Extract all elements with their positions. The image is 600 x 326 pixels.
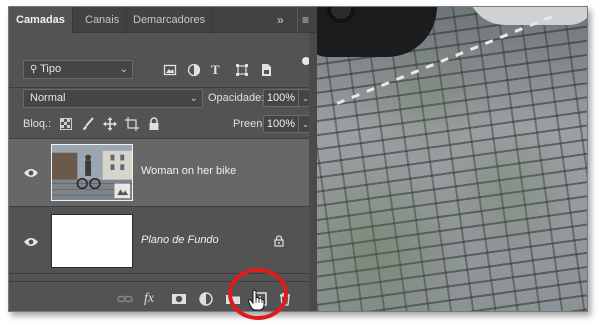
layer-row-woman-on-her-bike[interactable]: Woman on her bike <box>9 139 309 206</box>
fill-input[interactable]: 100% <box>263 115 299 133</box>
filter-kind-select[interactable]: ⚲ Tipo ⌄ <box>23 60 133 79</box>
lock-artboard-icon[interactable] <box>125 117 139 131</box>
adjustment-icon[interactable] <box>198 291 214 307</box>
layer-thumbnail-background <box>51 214 133 268</box>
hand-cursor-icon <box>247 289 265 311</box>
mask-icon[interactable] <box>171 291 187 307</box>
lock-all-icon[interactable] <box>147 117 161 131</box>
tab-canais[interactable]: Canais <box>78 7 128 33</box>
visibility-eye-icon[interactable] <box>23 236 39 248</box>
lock-icon <box>273 235 285 247</box>
visibility-eye-icon[interactable] <box>23 167 39 179</box>
tab-demarcadores[interactable]: Demarcadores <box>126 7 214 33</box>
opacity-label: Opacidade: <box>208 92 265 104</box>
link-icon[interactable] <box>117 291 133 307</box>
search-icon: ⚲ <box>30 64 41 75</box>
panel-tabbar: Camadas Canais Demarcadores » ≡ <box>9 7 317 33</box>
blend-mode-select[interactable]: Normal ⌄ <box>23 89 203 108</box>
shape-filter-icon[interactable] <box>235 63 249 77</box>
lock-paint-icon[interactable] <box>81 117 95 131</box>
layer-row-plano-de-fundo[interactable]: Plano de Fundo <box>9 207 309 273</box>
adjustment-filter-icon[interactable] <box>187 63 201 77</box>
chevron-down-icon: ⌄ <box>119 64 128 75</box>
fx-icon[interactable]: fx <box>144 291 160 307</box>
chevron-down-icon: ⌄ <box>189 93 198 104</box>
canvas-photo <box>317 7 587 311</box>
tab-camadas[interactable]: Camadas <box>9 7 73 33</box>
opacity-input[interactable]: 100% <box>263 89 299 107</box>
pixel-filter-icon[interactable] <box>163 63 177 77</box>
collapse-panel-icon[interactable]: » <box>277 7 284 33</box>
type-filter-icon[interactable]: T <box>211 62 225 77</box>
lock-position-icon[interactable] <box>103 117 117 131</box>
smart-object-filter-icon[interactable] <box>259 63 273 77</box>
layer-name[interactable]: Woman on her bike <box>141 165 236 177</box>
panel-scrollbar[interactable] <box>309 33 317 311</box>
panel-menu-icon[interactable]: ≡ <box>297 7 309 33</box>
screenshot-frame: Camadas Canais Demarcadores » ≡ ⚲ Tipo ⌄… <box>8 6 588 312</box>
lock-transparent-icon[interactable] <box>59 117 73 131</box>
layer-thumbnail-woman <box>51 144 133 201</box>
lock-label: Bloq.: <box>23 118 52 130</box>
layer-name[interactable]: Plano de Fundo <box>141 234 219 246</box>
layers-panel: Camadas Canais Demarcadores » ≡ ⚲ Tipo ⌄… <box>9 7 317 311</box>
